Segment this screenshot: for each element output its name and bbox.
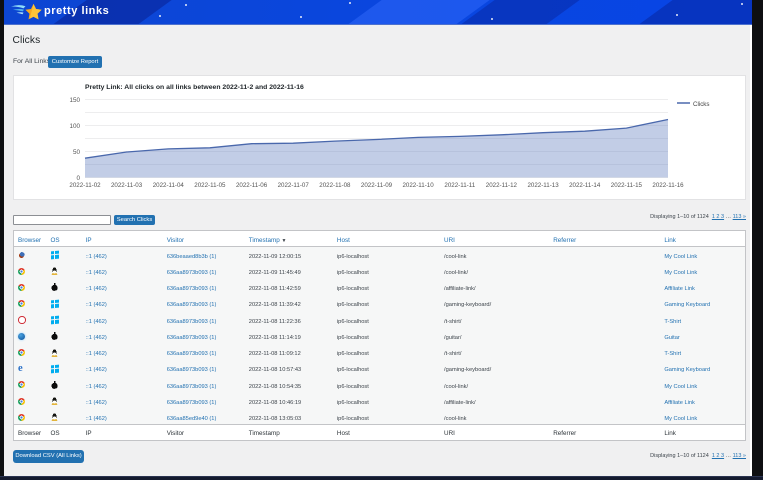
- svg-text:Pretty Link: All clicks on all: Pretty Link: All clicks on all links bet…: [85, 84, 304, 91]
- svg-text:2022-11-06: 2022-11-06: [236, 182, 268, 189]
- svg-text:150: 150: [69, 97, 80, 104]
- svg-text:100: 100: [69, 123, 80, 130]
- svg-text:2022-11-15: 2022-11-15: [611, 182, 643, 189]
- svg-text:2022-11-07: 2022-11-07: [278, 182, 310, 189]
- svg-text:2022-11-16: 2022-11-16: [652, 182, 684, 189]
- svg-text:2022-11-12: 2022-11-12: [486, 182, 518, 189]
- svg-text:2022-11-08: 2022-11-08: [319, 182, 351, 189]
- svg-text:Clicks: Clicks: [693, 101, 710, 108]
- svg-text:2022-11-11: 2022-11-11: [444, 182, 475, 189]
- svg-text:2022-11-03: 2022-11-03: [111, 182, 143, 189]
- svg-text:2022-11-09: 2022-11-09: [361, 182, 393, 189]
- svg-text:2022-11-02: 2022-11-02: [69, 182, 101, 189]
- svg-text:2022-11-13: 2022-11-13: [527, 182, 559, 189]
- svg-text:50: 50: [73, 149, 81, 156]
- svg-text:0: 0: [76, 175, 80, 182]
- svg-text:2022-11-10: 2022-11-10: [402, 182, 434, 189]
- svg-text:2022-11-04: 2022-11-04: [153, 182, 185, 189]
- svg-text:2022-11-05: 2022-11-05: [194, 182, 226, 189]
- svg-text:2022-11-14: 2022-11-14: [569, 182, 601, 189]
